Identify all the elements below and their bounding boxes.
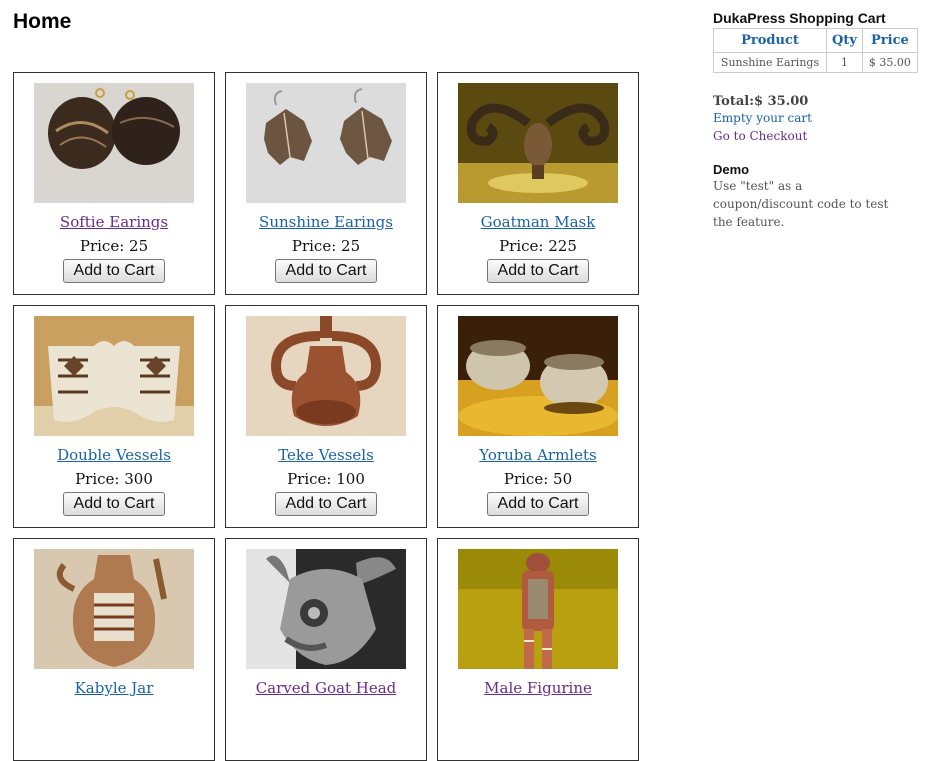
cart-cell-qty: 1 [826,52,863,73]
table-row: Sunshine Earings 1 $ 35.00 [713,52,918,73]
product-image-double-vessels[interactable] [34,316,194,436]
product-image-softie-earings[interactable] [34,83,194,203]
product-link[interactable]: Teke Vessels [226,446,426,464]
product-image-teke-vessels[interactable] [246,316,406,436]
cart-table: Product Qty Price Sunshine Earings 1 $ 3… [713,28,918,73]
empty-cart-link[interactable]: Empty your cart [713,109,918,127]
product-link[interactable]: Sunshine Earings [226,213,426,231]
product-card: Double Vessels Price: 300 Add to Cart [13,305,215,528]
product-image-kabyle-jar[interactable] [34,549,194,669]
product-card: Teke Vessels Price: 100 Add to Cart [225,305,427,528]
product-price: Price: 25 [79,237,149,255]
product-link[interactable]: Double Vessels [14,446,214,464]
checkout-link[interactable]: Go to Checkout [713,127,918,145]
add-to-cart-button[interactable]: Add to Cart [275,492,377,516]
product-link[interactable]: Softie Earings [14,213,214,231]
add-to-cart-button[interactable]: Add to Cart [63,492,165,516]
product-link[interactable]: Carved Goat Head [226,679,426,697]
product-card: Kabyle Jar [13,538,215,761]
product-link[interactable]: Goatman Mask [438,213,638,231]
sidebar: DukaPress Shopping Cart Product Qty Pric… [713,10,918,231]
cart-header-price: Price [861,28,918,53]
add-to-cart-button[interactable]: Add to Cart [487,492,589,516]
product-card: Carved Goat Head [225,538,427,761]
cart-total-label: Total: [713,94,755,109]
product-image-carved-goat-head[interactable] [246,549,406,669]
product-card: Softie Earings Price: 25 Add to Cart [13,72,215,295]
product-card: Yoruba Armlets Price: 50 Add to Cart [437,305,639,528]
product-image-yoruba-armlets[interactable] [458,316,618,436]
cart-total-value: $ 35.00 [754,94,809,109]
add-to-cart-button[interactable]: Add to Cart [275,259,377,283]
cart-widget-title: DukaPress Shopping Cart [713,10,886,26]
cart-cell-product: Sunshine Earings [713,52,827,73]
product-card: Sunshine Earings Price: 25 Add to Cart [225,72,427,295]
product-link[interactable]: Yoruba Armlets [438,446,638,464]
product-image-goatman-mask[interactable] [458,83,618,203]
product-price: Price: 300 [75,470,153,488]
add-to-cart-button[interactable]: Add to Cart [63,259,165,283]
product-price: Price: 25 [291,237,361,255]
product-link[interactable]: Male Figurine [438,679,638,697]
product-image-male-figurine[interactable] [458,549,618,669]
demo-text: Use "test" as a coupon/discount code to … [713,179,889,229]
add-to-cart-button[interactable]: Add to Cart [487,259,589,283]
product-price: Price: 100 [287,470,365,488]
product-image-sunshine-earings[interactable] [246,83,406,203]
product-card: Male Figurine [437,538,639,761]
product-price: Price: 50 [503,470,573,488]
product-link[interactable]: Kabyle Jar [14,679,214,697]
demo-title: Demo [713,162,750,177]
page-title: Home [13,10,72,33]
cart-cell-price: $ 35.00 [861,52,918,73]
cart-total: Total:$ 35.00 [713,94,918,109]
cart-header-qty: Qty [826,28,863,53]
product-card: Goatman Mask Price: 225 Add to Cart [437,72,639,295]
product-price: Price: 225 [499,237,577,255]
cart-header-product: Product [713,28,827,53]
